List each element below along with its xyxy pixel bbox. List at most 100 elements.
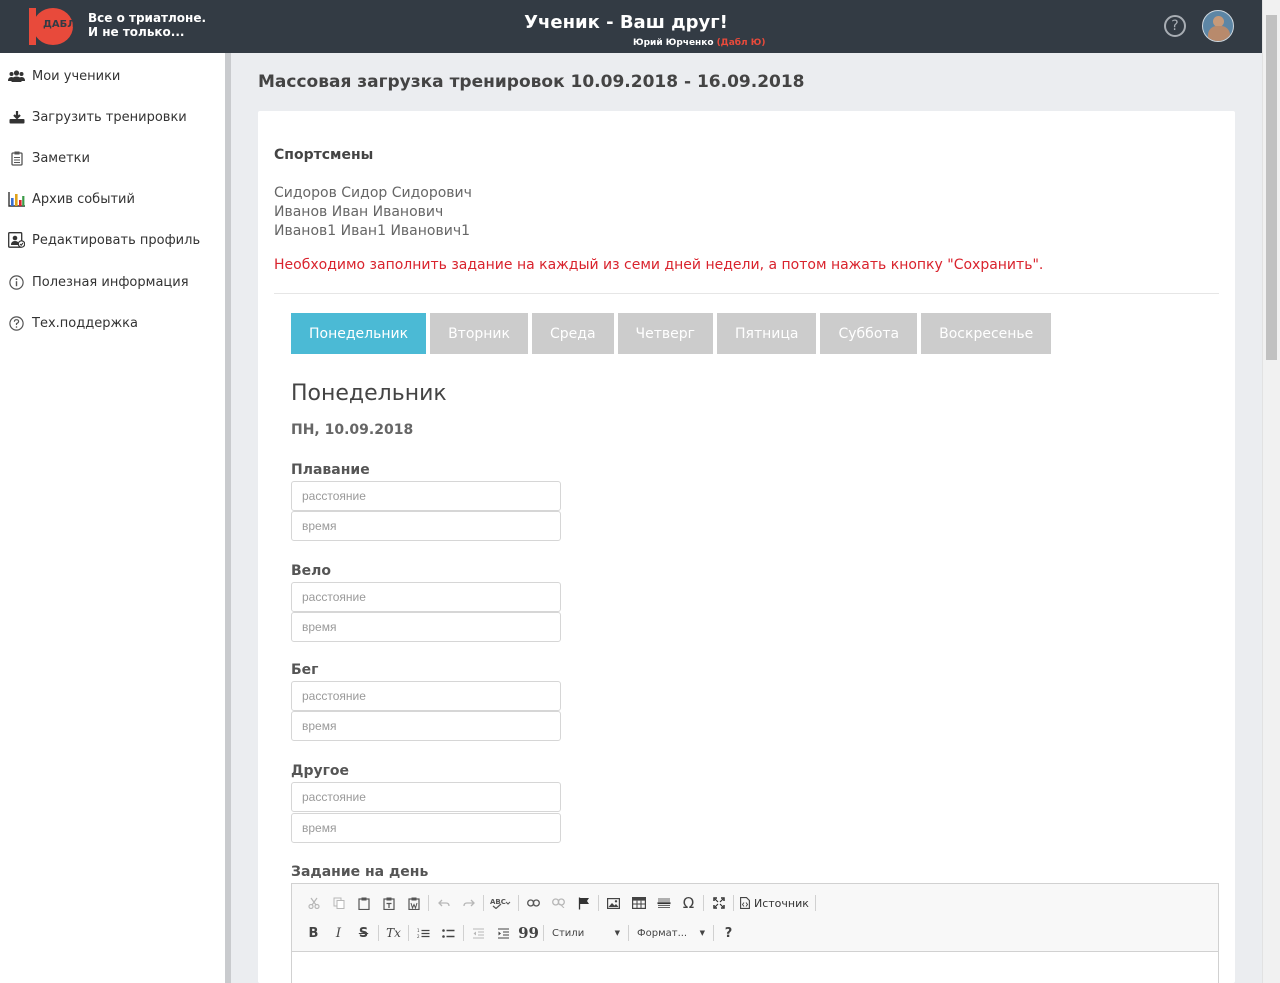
tab-friday[interactable]: Пятница — [717, 313, 817, 354]
redo-button[interactable] — [456, 892, 481, 914]
special-char-button[interactable]: Ω — [676, 892, 701, 914]
strikethrough-button[interactable]: S — [351, 922, 376, 944]
format-dropdown[interactable]: Формат... ▼ — [631, 923, 711, 943]
unlink-icon — [552, 898, 565, 908]
italic-button[interactable]: I — [326, 922, 351, 944]
sidebar-item-edit-profile[interactable]: Редактировать профиль — [0, 225, 225, 255]
bike-distance-input[interactable] — [291, 582, 561, 612]
cut-button[interactable] — [301, 892, 326, 914]
page-title: Массовая загрузка тренировок 10.09.2018 … — [258, 72, 805, 92]
page-scrollbar[interactable] — [1262, 0, 1280, 983]
table-button[interactable] — [626, 892, 651, 914]
spellcheck-button[interactable]: ABC — [486, 892, 516, 914]
bulleted-list-button[interactable] — [436, 922, 461, 944]
flag-icon — [578, 897, 589, 909]
sidebar-item-label: Редактировать профиль — [32, 232, 201, 248]
source-label: Источник — [754, 896, 809, 910]
numbered-list-icon: 12 — [417, 928, 430, 939]
indent-button[interactable] — [491, 922, 516, 944]
user-name: Юрий Юрченко — [633, 38, 714, 48]
athletes-title: Спортсмены — [274, 147, 374, 163]
day-title: Понедельник — [291, 381, 447, 406]
blockquote-button[interactable]: 99 — [516, 922, 541, 944]
editor-content-area[interactable] — [292, 951, 1218, 983]
chevron-down-icon: ▼ — [699, 929, 705, 937]
svg-text:2: 2 — [417, 934, 420, 939]
tab-saturday[interactable]: Суббота — [820, 313, 918, 354]
help-icon[interactable]: ? — [1164, 15, 1186, 37]
sidebar-item-useful-info[interactable]: Полезная информация — [0, 267, 225, 297]
other-distance-input[interactable] — [291, 782, 561, 812]
paste-word-button[interactable] — [401, 892, 426, 914]
horizontal-rule-button[interactable] — [651, 892, 676, 914]
swim-time-input[interactable] — [291, 511, 561, 541]
task-label: Задание на день — [291, 864, 429, 880]
bold-button[interactable]: B — [301, 922, 326, 944]
outdent-icon — [473, 927, 484, 939]
user-role: (Дабл Ю) — [716, 38, 766, 48]
anchor-button[interactable] — [571, 892, 596, 914]
svg-text:1: 1 — [417, 928, 420, 933]
outdent-button[interactable] — [466, 922, 491, 944]
link-button[interactable] — [521, 892, 546, 914]
scrollbar-thumb[interactable] — [1266, 15, 1277, 360]
sidebar-item-label: Загрузить тренировки — [32, 109, 187, 125]
run-distance-input[interactable] — [291, 681, 561, 711]
day-tabs: Понедельник Вторник Среда Четверг Пятниц… — [291, 313, 1055, 354]
tab-tuesday[interactable]: Вторник — [430, 313, 528, 354]
toolbar-separator — [713, 925, 714, 941]
source-button[interactable]: Источник — [736, 892, 813, 914]
unlink-button[interactable] — [546, 892, 571, 914]
swim-distance-input[interactable] — [291, 481, 561, 511]
sidebar-item-label: Мои ученики — [32, 68, 121, 84]
sidebar-item-events-archive[interactable]: Архив событий — [0, 184, 225, 214]
tab-sunday[interactable]: Воскресенье — [921, 313, 1052, 354]
run-label: Бег — [291, 662, 319, 678]
toolbar-separator — [628, 925, 629, 941]
toolbar-separator — [408, 925, 409, 941]
sidebar-divider — [225, 53, 231, 983]
avatar[interactable] — [1202, 10, 1234, 42]
paste-button[interactable] — [351, 892, 376, 914]
help-button[interactable]: ? — [716, 922, 741, 944]
day-date: ПН, 10.09.2018 — [291, 422, 414, 438]
remove-format-button[interactable]: Tx — [381, 922, 406, 944]
table-icon — [631, 897, 646, 909]
upload-icon — [8, 109, 25, 126]
scissors-icon — [307, 897, 320, 909]
sidebar-item-label: Заметки — [32, 150, 90, 166]
content-panel — [258, 111, 1235, 983]
copy-button[interactable] — [326, 892, 351, 914]
indent-icon — [498, 927, 509, 939]
user-info: Юрий Юрченко (Дабл Ю) — [633, 38, 765, 48]
sidebar-item-notes[interactable]: Заметки — [0, 143, 225, 173]
rich-text-editor: ABC Ω Источник B I S Tx 1 2 99 Стили ▼ Ф… — [291, 883, 1219, 983]
bike-time-input[interactable] — [291, 612, 561, 642]
toolbar-separator — [703, 895, 704, 911]
sidebar-item-upload-workouts[interactable]: Загрузить тренировки — [0, 102, 225, 132]
athlete-name: Иванов Иван Иванович — [274, 204, 444, 220]
styles-label: Стили — [552, 927, 585, 939]
paste-word-icon — [407, 897, 420, 910]
paste-text-button[interactable] — [376, 892, 401, 914]
tab-wednesday[interactable]: Среда — [531, 313, 614, 354]
run-time-input[interactable] — [291, 711, 561, 741]
other-time-input[interactable] — [291, 813, 561, 843]
undo-button[interactable] — [431, 892, 456, 914]
numbered-list-button[interactable]: 12 — [411, 922, 436, 944]
source-icon — [740, 897, 750, 909]
sidebar-item-support[interactable]: Тех.поддержка — [0, 308, 225, 338]
users-icon — [8, 68, 25, 85]
spellcheck-icon: ABC — [490, 898, 511, 909]
maximize-button[interactable] — [706, 892, 731, 914]
toolbar-separator — [378, 925, 379, 941]
image-button[interactable] — [601, 892, 626, 914]
tab-thursday[interactable]: Четверг — [617, 313, 714, 354]
athlete-name: Сидоров Сидор Сидорович — [274, 185, 472, 201]
paste-icon — [357, 897, 370, 910]
tab-monday[interactable]: Понедельник — [291, 313, 427, 354]
styles-dropdown[interactable]: Стили ▼ — [546, 923, 626, 943]
sidebar-item-my-students[interactable]: Мои ученики — [0, 61, 225, 91]
toolbar-separator — [598, 895, 599, 911]
svg-text:ABC: ABC — [490, 898, 506, 906]
